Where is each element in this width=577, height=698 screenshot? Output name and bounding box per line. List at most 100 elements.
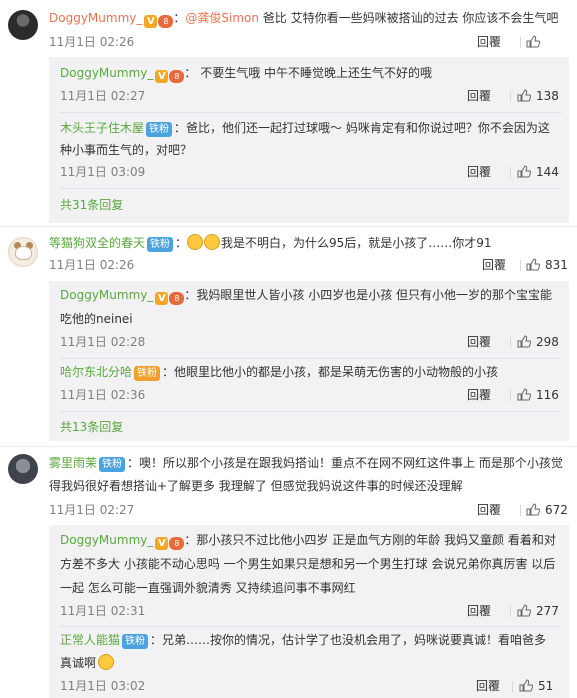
like-count: 831 [545, 258, 568, 272]
comment-meta: 11月1日 02:27 回覆 672 [49, 499, 569, 521]
laughing-emoji-icon [204, 234, 221, 250]
timestamp: 11月1日 02:27 [49, 503, 135, 517]
comment-text: 得我妈很好看想搭讪+了解更多 我理解了 但感觉我妈说这件事的时候还没理解 [49, 479, 463, 493]
verified-badge: V [155, 292, 169, 305]
like-button[interactable]: 144 [517, 161, 559, 183]
divider [512, 681, 513, 692]
reply-text-line: 吃他的neinei [60, 308, 561, 330]
thumbs-up-icon [517, 604, 531, 617]
author-name[interactable]: DoggyMummy_ [60, 66, 153, 80]
fan-badge: 铁粉 [134, 366, 161, 381]
thumbs-up-icon [526, 35, 540, 48]
comment-text: 我是不明白，为什么95后，就是小孩了……你才91 [221, 236, 492, 250]
comment-text-line: DoggyMummy_ V 8 ：@龚俊Simon 爸比 艾特你看一些妈咪被搭讪的过去… [49, 11, 559, 28]
like-button[interactable]: 277 [517, 600, 559, 622]
thumbs-up-icon [526, 503, 540, 516]
like-count: 138 [536, 89, 559, 103]
reply-button[interactable]: 回覆 [482, 254, 506, 276]
thumbs-up-icon [517, 165, 531, 178]
thumbs-up-icon [519, 679, 533, 692]
divider [510, 390, 511, 401]
reply-divider [60, 188, 561, 189]
laughing-emoji-icon [187, 234, 204, 250]
more-replies-link[interactable]: 共31条回复 [60, 194, 123, 216]
like-button[interactable]: 298 [517, 331, 559, 353]
reply-text: 吃他的neinei [60, 312, 133, 326]
author-name[interactable]: DoggyMummy_ [60, 288, 153, 302]
author-name[interactable]: 等猫狗双全的春天 [49, 236, 145, 250]
reply-text: 爸比，他们还一起打过球哦～ 妈咪肯定有和你说过吧？你不会因为这 [186, 121, 550, 135]
comment-text: 噢！所以那个小孩是在跟我妈搭讪！重点不在网不网红这件事上 而是那个小孩觉 [139, 456, 563, 470]
timestamp: 11月1日 02:28 [60, 335, 146, 349]
reply-meta: 11月1日 02:28 回覆 298 [60, 331, 561, 353]
author-name[interactable]: DoggyMummy_ [60, 533, 153, 547]
like-button[interactable]: 116 [517, 384, 559, 406]
divider [510, 337, 511, 348]
reply-text: 方差不多大 小孩能不动心思吗 一个男生如果只是想和另一个男生打球 会说兄弟你真厉… [60, 557, 556, 571]
reply-text-line: DoggyMummy_ V 8 ：我妈眼里世人皆小孩 小四岁也是小孩 但只有小他一岁的… [60, 288, 553, 305]
fan-badge: 铁粉 [99, 457, 126, 472]
like-count: 51 [538, 679, 554, 693]
author-name[interactable]: 雾里雨茉 [49, 456, 97, 470]
reply-divider [60, 112, 561, 113]
comment-divider [0, 446, 577, 447]
reply-meta: 11月1日 03:09 回覆 144 [60, 161, 561, 183]
divider [510, 91, 511, 102]
author-name[interactable]: 木头王子住木屋 [60, 121, 144, 135]
avatar[interactable] [8, 454, 38, 484]
reply-text: 不要生气哦 中午不睡觉晚上还生气不好的哦 [200, 66, 433, 80]
reply-box: DoggyMummy_ V 8 ：我妈眼里世人皆小孩 小四岁也是小孩 但只有小他一岁的… [49, 281, 569, 441]
reply-text: 他眼里比他小的都是小孩，都是呆萌无伤害的小动物般的小孩 [174, 365, 499, 379]
reply-text-line: 方差不多大 小孩能不动心思吗 一个男生如果只是想和另一个男生打球 会说兄弟你真厉… [60, 553, 561, 575]
reply-text: 我妈眼里世人皆小孩 小四岁也是小孩 但只有小他一岁的那个宝宝能 [196, 288, 553, 302]
comment-text: 爸比 艾特你看一些妈咪被搭讪的过去 你应该不会生气吧 [262, 11, 559, 25]
like-count: 672 [545, 503, 568, 517]
reply-text-line: DoggyMummy_ V 8 ：那小孩只不过比他小四岁 正是血气方刚的年龄 我妈又童… [60, 533, 556, 550]
reply-button[interactable]: 回覆 [467, 384, 491, 406]
reply-button[interactable]: 回覆 [467, 85, 491, 107]
comment-text-line: 雾里雨茉 铁粉 ：噢！所以那个小孩是在跟我妈搭讪！重点不在网不网红这件事上 而是那个… [49, 456, 563, 472]
crying-emoji-icon [98, 654, 115, 670]
reply-text: 一起 怎么可能一直强调外貌清秀 又持续追问事不事网红 [60, 581, 356, 595]
mention-link[interactable]: @龚俊Simon [185, 11, 259, 25]
like-button[interactable]: 138 [517, 85, 559, 107]
divider [510, 606, 511, 617]
reply-text: 种小事而生气的，对吧？ [60, 143, 193, 157]
like-button[interactable]: 672 [526, 499, 568, 521]
author-name[interactable]: DoggyMummy_ [49, 11, 142, 25]
divider [520, 505, 521, 516]
thumbs-up-icon [517, 388, 531, 401]
avatar[interactable] [8, 10, 38, 40]
fan-badge: 铁粉 [146, 122, 173, 137]
comment-text-line: 等猫狗双全的春天 铁粉：我是不明白，为什么95后，就是小孩了……你才91 [49, 234, 492, 252]
reply-button[interactable]: 回覆 [476, 675, 500, 697]
reply-button[interactable]: 回覆 [467, 331, 491, 353]
comment-text-line: 得我妈很好看想搭讪+了解更多 我理解了 但感觉我妈说这件事的时候还没理解 [49, 475, 569, 497]
reply-box: DoggyMummy_ V 8： 不要生气哦 中午不睡觉晚上还生气不好的哦 11月1… [49, 57, 569, 223]
reply-text-line: 种小事而生气的，对吧？ [60, 139, 561, 161]
timestamp: 11月1日 02:27 [60, 89, 146, 103]
reply-text-line: 哈尔东北分哈 铁粉 ：他眼里比他小的都是小孩，都是呆萌无伤害的小动物般的小孩 [60, 365, 499, 381]
like-button[interactable]: 831 [526, 254, 568, 276]
comment-divider [0, 226, 577, 227]
reply-button[interactable]: 回覆 [467, 600, 491, 622]
author-name[interactable]: 哈尔东北分哈 [60, 365, 132, 379]
reply-meta: 11月1日 02:31 回覆 277 [60, 600, 561, 622]
reply-divider [60, 411, 561, 412]
divider [520, 260, 521, 271]
more-replies-link[interactable]: 共13条回复 [60, 416, 123, 438]
reply-divider [60, 626, 561, 627]
level-badge: 8 [169, 70, 185, 83]
verified-badge: V [155, 70, 169, 83]
reply-button[interactable]: 回覆 [477, 31, 501, 53]
like-count: 298 [536, 335, 559, 349]
timestamp: 11月1日 02:26 [49, 258, 135, 272]
author-name[interactable]: 正常人能猫 [60, 633, 120, 647]
thumbs-up-icon [517, 335, 531, 348]
like-count: 144 [536, 165, 559, 179]
avatar[interactable] [8, 237, 38, 267]
reply-button[interactable]: 回覆 [477, 499, 501, 521]
timestamp: 11月1日 02:36 [60, 388, 146, 402]
like-button[interactable]: 51 [519, 675, 553, 697]
reply-button[interactable]: 回覆 [467, 161, 491, 183]
